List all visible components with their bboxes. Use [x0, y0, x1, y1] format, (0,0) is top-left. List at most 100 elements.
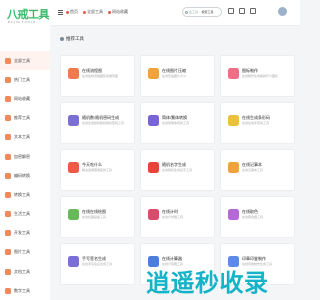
sidebar-item-label: 文本工具	[14, 134, 30, 140]
category-icon	[5, 76, 11, 83]
menu-icon[interactable]	[58, 10, 63, 15]
tool-card[interactable]: 今天吃什么 解决选择困难症的工具	[60, 149, 135, 191]
tool-grid: 在线流程图 在线绘制流程图和思维导图 在线图片压缩 在线压缩图片大小 图标制作 在线制作生…	[60, 55, 295, 285]
sidebar-item[interactable]: 文档工具	[0, 262, 50, 281]
tool-description: 在线取色器工具	[242, 215, 264, 219]
tool-description: 在线生成随机数和随机密码工具	[82, 121, 125, 125]
tool-card[interactable]: 随机名字生成 在线随机生成名字工具	[140, 149, 215, 191]
nav-label: 全部工具	[87, 9, 103, 14]
tool-icon	[228, 162, 239, 173]
tool-icon	[68, 115, 79, 126]
tool-icon	[228, 115, 239, 126]
tool-description: 在线绘图画板工具	[82, 215, 107, 219]
sidebar-menu: 全部工具 热门工具 网站收藏 推荐工具 文本工具 加密解密 编码转换 转换工具 …	[0, 51, 50, 300]
sidebar-item[interactable]: 推荐工具	[0, 109, 50, 128]
sidebar-item-label: 全部工具	[14, 57, 30, 63]
logo-subtitle: BAJIE TOOLS	[8, 20, 37, 24]
tool-icon	[228, 209, 239, 220]
nav-label: 首页	[70, 9, 78, 14]
sidebar-item-label: 图片工具	[14, 249, 30, 255]
tool-card[interactable]: 在线流程图 在线绘制流程图和思维导图	[60, 55, 135, 97]
tool-card[interactable]: 在线计时 在线计时器工具	[140, 196, 215, 238]
sidebar-item[interactable]: 生活工具	[0, 205, 50, 224]
settings-icon[interactable]	[250, 8, 256, 14]
tool-icon	[68, 256, 79, 267]
tool-card[interactable]: 随机数/随机密码生成 在线生成随机数和随机密码工具	[60, 102, 135, 144]
top-icons	[228, 8, 256, 14]
sidebar-item[interactable]: 开发工具	[0, 224, 50, 243]
site-logo[interactable]: 八戒工具 BAJIE TOOLS	[4, 6, 50, 28]
tool-icon	[68, 209, 79, 220]
sidebar-item-label: 加密解密	[14, 153, 30, 159]
tool-description: 在线简繁体转换工具	[162, 121, 190, 125]
sidebar-item-label: 转换工具	[14, 191, 30, 197]
home-icon	[66, 10, 69, 14]
sidebar-item[interactable]: 网站收藏	[0, 89, 50, 108]
tool-card[interactable]: 手写签名生成 在线手写签名生成工具	[60, 243, 135, 285]
tool-icon	[68, 162, 79, 173]
tool-icon	[68, 68, 79, 79]
sidebar-item-label: 编码转换	[14, 172, 30, 178]
nav-all-tools[interactable]: 全部工具	[83, 9, 103, 15]
tool-description: 在线随机生成名字工具	[162, 168, 193, 172]
category-icon	[5, 57, 11, 64]
category-icon	[5, 191, 11, 198]
nav-label: 网站收藏	[112, 9, 128, 14]
star-icon	[108, 10, 111, 14]
nav-home[interactable]: 首页	[66, 9, 78, 15]
tool-card[interactable]: 在线在线绘图 在线绘图画板工具	[60, 196, 135, 238]
tool-description: 在线记事本工具	[242, 168, 264, 172]
tool-card[interactable]: 简体/繁体转换 在线简繁体转换工具	[140, 102, 215, 144]
sidebar-item[interactable]: 编码转换	[0, 166, 50, 185]
sidebar-item-label: 网站收藏	[14, 95, 30, 101]
sidebar-item[interactable]: 加密解密	[0, 147, 50, 166]
category-icon	[5, 249, 11, 256]
tool-icon	[148, 162, 159, 173]
section-header: 推荐工具	[60, 36, 84, 42]
sidebar: 八戒工具 BAJIE TOOLS 全部工具 热门工具 网站收藏 推荐工具 文本工…	[0, 0, 50, 300]
sidebar-item[interactable]: 全部工具	[0, 51, 50, 71]
top-bar: 首页 全部工具 网站收藏 在工具... 搜索工具	[50, 0, 300, 26]
category-icon	[5, 134, 11, 141]
nav-favorites[interactable]: 网站收藏	[108, 9, 128, 15]
section-title: 推荐工具	[66, 36, 84, 41]
tool-card[interactable]: 图标制作 在线制作生成各种尺寸图标	[220, 55, 295, 97]
category-icon	[5, 268, 11, 275]
sidebar-item-label: 开发工具	[14, 230, 30, 236]
tool-description: 在线压缩图片大小	[162, 74, 187, 78]
tools-icon	[83, 10, 86, 14]
tool-icon	[148, 209, 159, 220]
sidebar-item[interactable]: 文本工具	[0, 128, 50, 147]
tool-card[interactable]: 在线取色 在线取色器工具	[220, 196, 295, 238]
search-input[interactable]: 搜索工具	[202, 10, 214, 14]
sidebar-item-label: 文档工具	[14, 268, 30, 274]
sidebar-item[interactable]: 图片工具	[0, 243, 50, 262]
tool-description: 解决选择困难症的工具	[82, 168, 113, 172]
category-icon	[5, 287, 11, 294]
watermark: 逍遥秒收录	[146, 270, 269, 295]
sidebar-item-label: 推荐工具	[14, 115, 30, 121]
category-icon	[5, 115, 11, 122]
tool-icon	[148, 115, 159, 126]
window-icon[interactable]	[228, 8, 234, 14]
category-icon	[5, 95, 11, 102]
sidebar-item-label: 生活工具	[14, 211, 30, 217]
tool-icon	[148, 68, 159, 79]
sidebar-item[interactable]: 热门工具	[0, 70, 50, 89]
tool-card[interactable]: 在线生成条形码 在线生成条形码工具	[220, 102, 295, 144]
sidebar-item[interactable]: 数字工具	[0, 281, 50, 300]
section-icon	[60, 37, 64, 41]
notification-icon[interactable]	[239, 8, 245, 14]
top-nav: 首页 全部工具 网站收藏	[66, 9, 128, 15]
sidebar-item[interactable]: 转换工具	[0, 185, 50, 204]
avatar[interactable]	[278, 7, 287, 16]
tool-description: 在线制作生成各种尺寸图标	[242, 74, 279, 78]
tool-description: 在线计时器工具	[162, 215, 184, 219]
search-icon	[185, 10, 188, 14]
category-icon	[5, 211, 11, 218]
tool-card[interactable]: 在线图片压缩 在线压缩图片大小	[140, 55, 215, 97]
category-icon	[5, 153, 11, 160]
sidebar-item-label: 数字工具	[14, 287, 30, 293]
tool-card[interactable]: 在线记事本 在线记事本工具	[220, 149, 295, 191]
search-box[interactable]: 在工具... 搜索工具	[182, 7, 222, 17]
